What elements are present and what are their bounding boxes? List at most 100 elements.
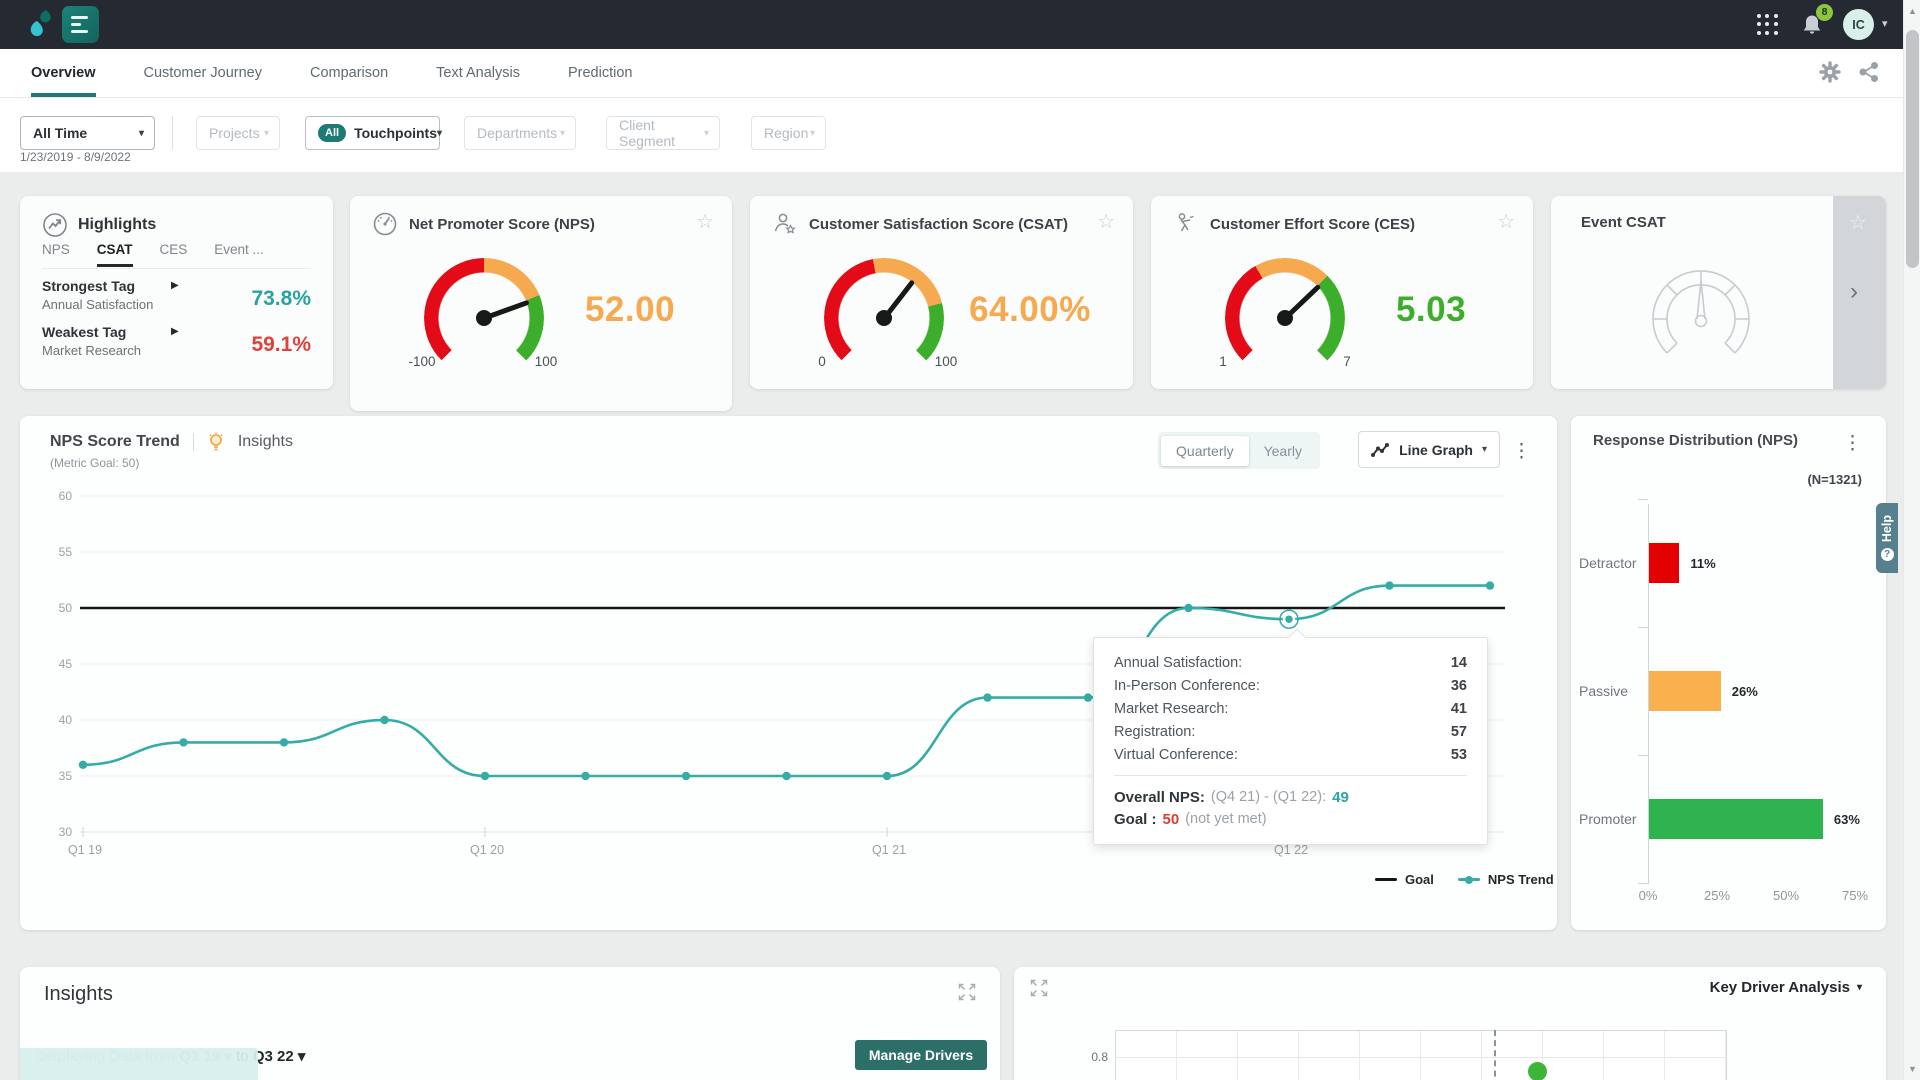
caret-right-icon[interactable]: ▶	[171, 326, 179, 337]
distribution-xtick: 50%	[1772, 888, 1800, 903]
distribution-bar-promoter[interactable]	[1649, 799, 1823, 839]
svg-text:Q1 21: Q1 21	[872, 843, 906, 857]
settings-gear-icon[interactable]	[1818, 60, 1842, 84]
favorite-star-icon[interactable]: ☆	[1849, 210, 1867, 235]
gauge-value: 64.00%	[969, 290, 1091, 329]
highlights-tab-csat[interactable]: CSAT	[96, 242, 133, 267]
gauge-card-header: Net Promoter Score (NPS)	[372, 211, 595, 237]
key-driver-data-point[interactable]	[1528, 1062, 1547, 1080]
nps-score-trend-panel: NPS Score Trend Insights (Metric Goal: 5…	[20, 416, 1557, 930]
brand-logo-icon[interactable]	[24, 7, 60, 43]
legend-nps-trend: NPS Trend	[1457, 872, 1554, 887]
chevron-down-icon: ▾	[1481, 444, 1487, 455]
expand-icon[interactable]	[1030, 979, 1048, 997]
svg-text:60: 60	[59, 489, 73, 503]
chevron-down-icon: ▾	[703, 127, 709, 139]
nav-tab-overview[interactable]: Overview	[31, 49, 96, 97]
share-icon[interactable]	[1858, 61, 1880, 83]
granularity-quarterly[interactable]: Quarterly	[1161, 435, 1249, 466]
tooltip-goal-label: Goal :	[1114, 810, 1157, 828]
trend-legend: Goal NPS Trend	[1375, 872, 1554, 887]
highlight-row-subtitle: Annual Satisfaction	[42, 297, 154, 312]
filter-departments[interactable]: Departments ▾	[464, 116, 576, 150]
legend-label: NPS Trend	[1487, 872, 1554, 887]
filter-region[interactable]: Region ▾	[751, 116, 826, 150]
tooltip-overall-label: Overall NPS:	[1114, 788, 1205, 806]
caret-right-icon[interactable]: ▶	[171, 280, 179, 291]
granularity-yearly[interactable]: Yearly	[1249, 436, 1317, 466]
tooltip-overall-period: (Q4 21) - (Q1 22):	[1210, 789, 1327, 805]
nav-tab-bar: Overview Customer Journey Comparison Text A…	[0, 49, 1920, 98]
chart-type-select[interactable]: Line Graph ▾	[1358, 431, 1500, 468]
user-menu-chevron-down-icon[interactable]: ▾	[1882, 17, 1888, 30]
manage-drivers-button[interactable]: Manage Drivers	[855, 1040, 987, 1070]
svg-text:Q1 20: Q1 20	[470, 843, 504, 857]
response-distribution-panel: Response Distribution (NPS) ⋮ (N=1321) D…	[1571, 416, 1886, 930]
to-quarter-select[interactable]: Q3 22 ▾	[253, 1048, 306, 1065]
axis-bracket-tick	[1638, 499, 1648, 500]
product-switcher-icon[interactable]	[62, 6, 99, 43]
distribution-title: Response Distribution (NPS)	[1593, 432, 1799, 449]
nav-tab-customer-journey[interactable]: Customer Journey	[144, 49, 262, 97]
nav-tab-prediction[interactable]: Prediction	[568, 49, 632, 97]
favorite-star-icon[interactable]: ☆	[696, 209, 714, 234]
expand-icon[interactable]	[958, 983, 976, 1001]
time-range-select[interactable]: All Time ▾	[20, 116, 155, 150]
gauge-max-label: 7	[1343, 354, 1351, 369]
filter-bar: All Time ▾ Projects ▾ All Touchpoints ▾ Depar…	[0, 98, 1920, 238]
favorite-star-icon[interactable]: ☆	[1497, 209, 1515, 234]
dashboard-root: 8 IC ▾ Overview Customer Journey Compariso…	[0, 0, 1920, 1080]
gauge-value: 52.00	[584, 290, 676, 329]
gauge-hub	[1277, 310, 1293, 326]
highlights-title: Highlights	[78, 216, 157, 233]
user-avatar[interactable]: IC	[1843, 9, 1874, 40]
chevron-down-icon: ▾	[809, 127, 815, 139]
distribution-bar-detractor[interactable]	[1649, 543, 1680, 583]
trend-menu-kebab-icon[interactable]: ⋮	[1512, 440, 1531, 463]
key-driver-ytick: 0.8	[1091, 1050, 1108, 1064]
page-scrollbar[interactable]: ▲ ▼	[1903, 0, 1920, 1080]
help-tab[interactable]: Help ?	[1876, 503, 1898, 573]
distribution-xtick: 0%	[1638, 888, 1658, 903]
gauge-card-customer-effort-score-ces: Customer Effort Score (CES) ☆ 5.03 1 7	[1151, 196, 1533, 389]
gauge-min-label: -100	[408, 354, 436, 369]
svg-text:45: 45	[59, 657, 73, 671]
chevron-right-icon: ›	[1850, 278, 1858, 305]
chevron-down-icon: ▾	[437, 127, 443, 139]
scroll-up-arrow-icon[interactable]: ▲	[1908, 6, 1917, 16]
tooltip-divider	[1114, 775, 1467, 776]
filter-touchpoints[interactable]: All Touchpoints ▾	[305, 116, 443, 150]
highlights-tab-nps[interactable]: NPS	[42, 242, 70, 267]
key-driver-analysis-select[interactable]: Key Driver Analysis ▾	[1710, 979, 1862, 996]
distribution-bar-passive[interactable]	[1649, 671, 1721, 711]
favorite-star-icon[interactable]: ☆	[1097, 209, 1115, 234]
highlights-tab-ces[interactable]: CES	[160, 242, 188, 267]
gauge-widget	[824, 258, 944, 378]
distribution-bar-value: 26%	[1731, 684, 1758, 699]
person-effort-icon	[1173, 211, 1199, 237]
trend-insights-link[interactable]: Insights	[238, 433, 293, 451]
svg-text:55: 55	[59, 545, 73, 559]
apps-grid-icon[interactable]	[1757, 14, 1779, 36]
line-chart-icon	[1371, 442, 1390, 457]
tooltip-row: Virtual Conference: 53	[1114, 746, 1467, 763]
filter-projects[interactable]: Projects ▾	[196, 116, 280, 150]
cards-carousel-next[interactable]: ☆ ›	[1833, 196, 1886, 389]
scrollbar-thumb[interactable]	[1906, 30, 1919, 268]
scroll-down-arrow-icon[interactable]: ▼	[1908, 1064, 1917, 1074]
key-driver-plot-area	[1115, 1030, 1727, 1080]
highlights-tab-event[interactable]: Event ...	[214, 242, 264, 267]
insights-lightbulb-icon	[209, 432, 223, 451]
gauge-card-header: Customer Satisfaction Score (CSAT)	[772, 211, 1068, 237]
gauge-icon	[372, 211, 398, 237]
chevron-down-icon: ▾	[138, 127, 144, 139]
gauge-max-label: 100	[934, 354, 958, 369]
filter-client-segment[interactable]: Client Segment ▾	[606, 116, 720, 150]
nav-tab-text-analysis[interactable]: Text Analysis	[436, 49, 520, 97]
nav-tab-comparison[interactable]: Comparison	[310, 49, 388, 97]
gauge-hub	[876, 310, 892, 326]
key-driver-title: Key Driver Analysis	[1709, 979, 1850, 996]
gauge-card-net-promoter-score-nps: Net Promoter Score (NPS) ☆ 52.00 -100 100	[350, 196, 732, 411]
distribution-menu-kebab-icon[interactable]: ⋮	[1843, 432, 1862, 455]
gauge-card-title: Net Promoter Score (NPS)	[409, 215, 595, 233]
